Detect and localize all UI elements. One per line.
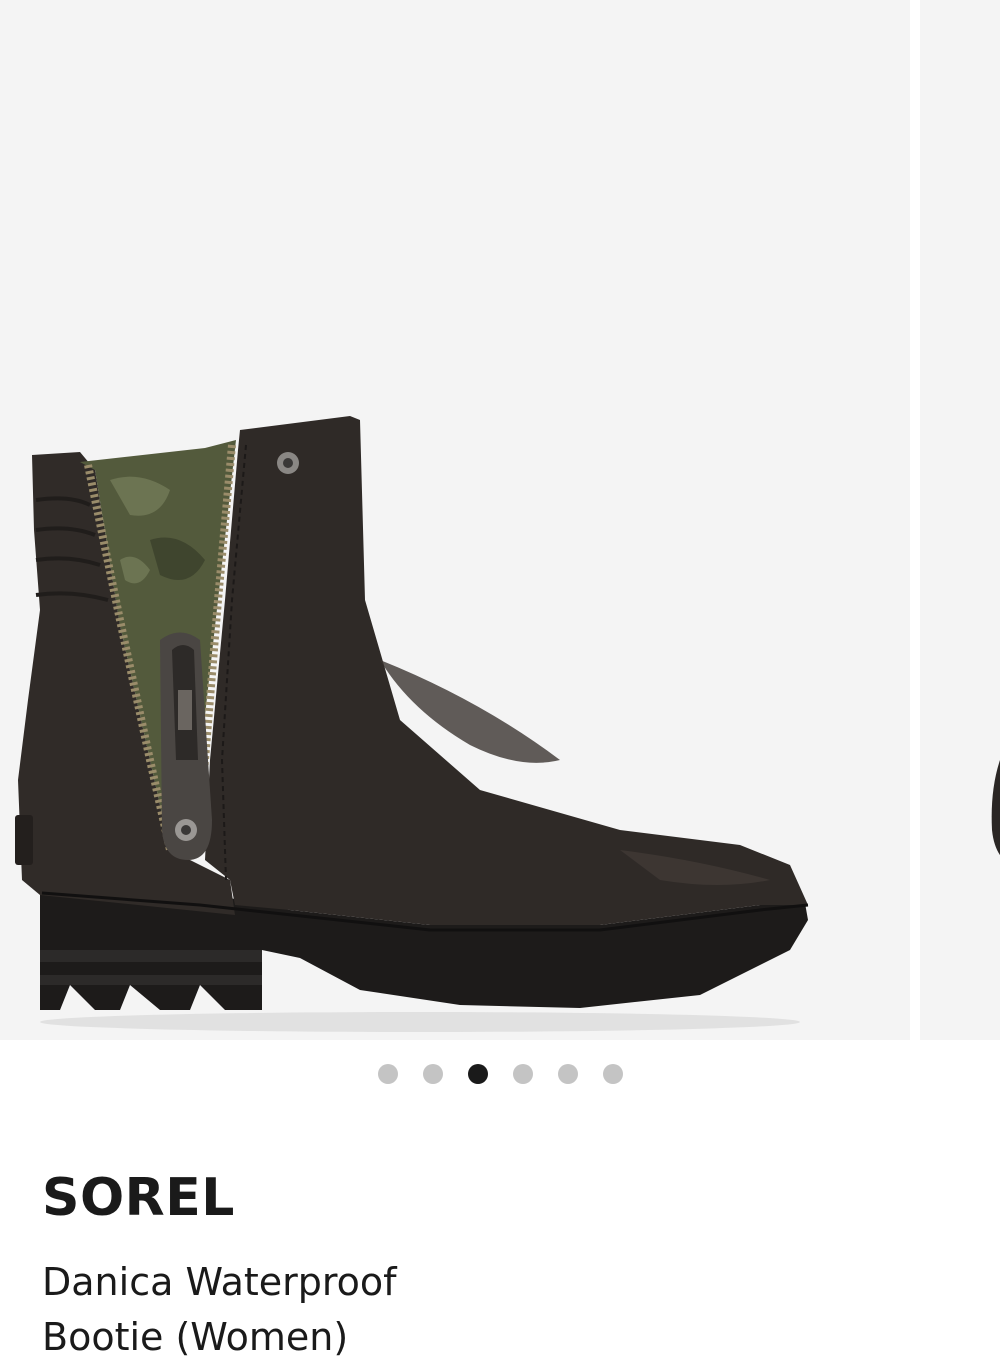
carousel-dot[interactable] bbox=[558, 1064, 578, 1084]
product-brand[interactable]: SOREL bbox=[42, 1172, 235, 1224]
product-image-slide[interactable] bbox=[0, 0, 910, 1040]
carousel-dot[interactable] bbox=[378, 1064, 398, 1084]
product-image-carousel[interactable] bbox=[0, 0, 1000, 1040]
carousel-dot[interactable] bbox=[423, 1064, 443, 1084]
carousel-dots bbox=[378, 1064, 623, 1084]
product-name: Danica Waterproof Bootie (Women) bbox=[42, 1260, 397, 1359]
carousel-pagination bbox=[0, 1062, 1000, 1086]
carousel-dot[interactable] bbox=[603, 1064, 623, 1084]
next-product-image-peek[interactable] bbox=[920, 0, 1000, 1040]
carousel-dot[interactable] bbox=[468, 1064, 488, 1084]
carousel-dot[interactable] bbox=[513, 1064, 533, 1084]
black-leather-ankle-boot-image bbox=[15, 416, 809, 1032]
boot-image-peek bbox=[991, 760, 1000, 856]
